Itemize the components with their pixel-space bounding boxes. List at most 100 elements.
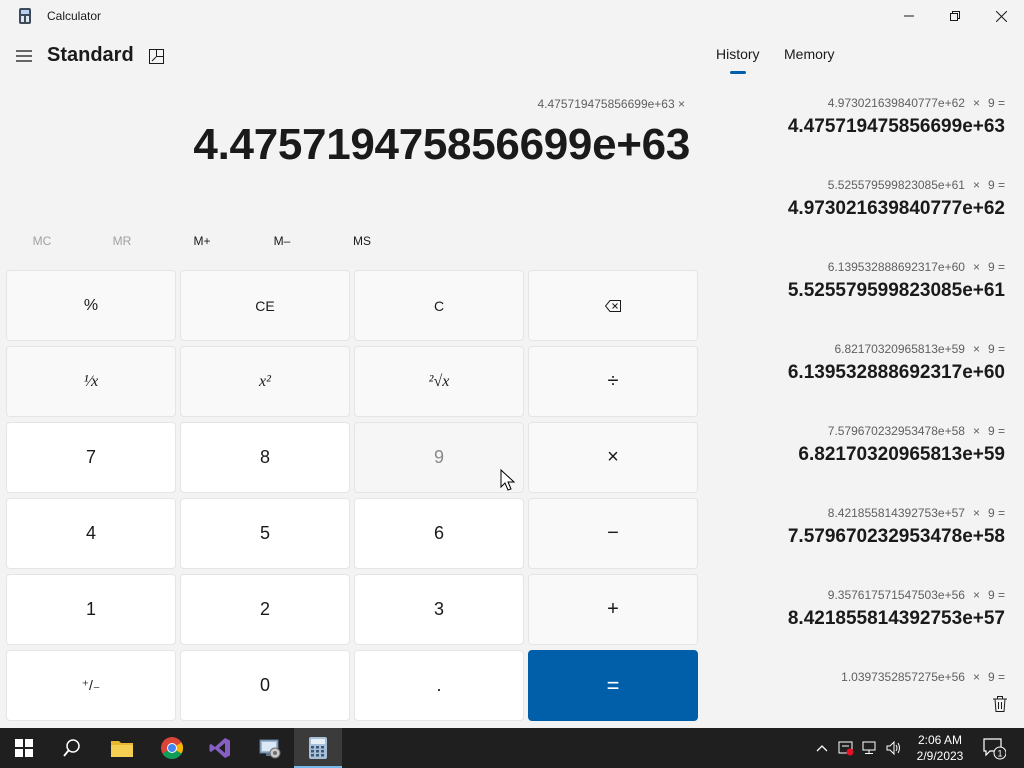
network-tray-icon[interactable] (862, 740, 878, 756)
history-item[interactable]: 7.579670232953478e+58 × 9 = 6.821703209658… (716, 424, 1005, 466)
minimize-icon (904, 15, 914, 17)
history-operand: 5.525579599823085e+61 (827, 178, 965, 192)
history-value: 9 (987, 342, 995, 356)
history-value: 9 (987, 506, 995, 520)
history-item[interactable]: 6.82170320965813e+59 × 9 = 6.1395328886923… (716, 342, 1005, 384)
memory-add-button[interactable]: M+ (172, 234, 232, 252)
mode-title: Standard (47, 44, 134, 66)
history-operand: 6.139532888692317e+60 (827, 260, 965, 274)
history-result: 5.525579599823085e+61 (787, 280, 1005, 301)
backspace-button[interactable] (528, 270, 698, 341)
history-result: 6.139532888692317e+60 (787, 362, 1005, 383)
history-value: 9 (987, 178, 995, 192)
visual-studio-icon (209, 738, 230, 758)
history-result: 6.82170320965813e+59 (798, 444, 1005, 465)
history-item[interactable]: 6.139532888692317e+60 × 9 = 5.525579599823… (716, 260, 1005, 302)
history-item[interactable]: 4.973021639840777e+62 × 9 = 4.475719475856… (716, 96, 1005, 138)
minimize-button[interactable] (886, 0, 932, 32)
history-operator: × (972, 96, 980, 110)
calculator-app-icon (19, 8, 31, 24)
history-item[interactable]: 1.0397352857275e+56 × 9 = (716, 670, 1005, 688)
history-expression: 6.82170320965813e+59 × 9 = (716, 342, 1005, 356)
history-item[interactable]: 9.357617571547503e+56 × 9 = 8.421855814392… (716, 588, 1005, 630)
taskbar-calculator[interactable] (294, 728, 342, 768)
history-item[interactable]: 5.525579599823085e+61 × 9 = 4.973021639840… (716, 178, 1005, 220)
digit-1-button[interactable]: 1 (6, 574, 176, 645)
clear-button[interactable]: C (354, 270, 524, 341)
history-equals: = (997, 96, 1005, 110)
search-button[interactable] (48, 728, 96, 768)
history-value: 9 (987, 588, 995, 602)
taskbar-file-explorer[interactable] (98, 728, 146, 768)
system-clock[interactable]: 2:06 AM 2/9/2023 (910, 732, 970, 764)
divide-button[interactable]: ÷ (528, 346, 698, 417)
digit-9-button[interactable]: 9 (354, 422, 524, 493)
history-value: 9 (987, 260, 995, 274)
history-equals: = (997, 424, 1005, 438)
keep-on-top-button[interactable] (146, 46, 166, 66)
navigation-menu-button[interactable] (14, 46, 34, 66)
tab-memory[interactable]: Memory (784, 46, 835, 62)
history-operator: × (972, 588, 980, 602)
decimal-button[interactable]: . (354, 650, 524, 721)
restore-icon (950, 11, 960, 21)
digit-3-button[interactable]: 3 (354, 574, 524, 645)
history-equals: = (997, 670, 1005, 684)
taskbar-visual-studio[interactable] (196, 728, 244, 768)
history-operand: 1.0397352857275e+56 (841, 670, 965, 684)
memory-recall-button[interactable]: MR (92, 234, 152, 252)
restore-button[interactable] (932, 0, 978, 32)
reciprocal-button[interactable]: ¹⁄x (6, 346, 176, 417)
equals-button[interactable]: = (528, 650, 698, 721)
digit-5-button[interactable]: 5 (180, 498, 350, 569)
action-center-button[interactable]: 1 (982, 736, 1007, 760)
square-button[interactable]: x² (180, 346, 350, 417)
close-button[interactable] (978, 0, 1024, 32)
history-list[interactable]: 4.973021639840777e+62 × 9 = 4.475719475856… (716, 88, 1016, 688)
digit-8-button[interactable]: 8 (180, 422, 350, 493)
taskbar-control-panel[interactable] (246, 728, 294, 768)
square-root-button[interactable]: ²√x (354, 346, 524, 417)
calculator-window: Calculator Standard 4.475719475856699e+6… (0, 0, 1024, 728)
memory-clear-button[interactable]: MC (12, 234, 72, 252)
start-button[interactable] (0, 728, 48, 768)
clear-entry-button[interactable]: CE (180, 270, 350, 341)
percent-button[interactable]: % (6, 270, 176, 341)
volume-tray-icon[interactable] (886, 740, 902, 756)
history-expression: 7.579670232953478e+58 × 9 = (716, 424, 1005, 438)
history-result: 4.973021639840777e+62 (787, 198, 1005, 219)
history-expression: 9.357617571547503e+56 × 9 = (716, 588, 1005, 602)
chevron-up-icon (816, 745, 828, 752)
network-icon (862, 741, 876, 754)
multiply-button[interactable]: × (528, 422, 698, 493)
subtract-button[interactable]: − (528, 498, 698, 569)
tab-history[interactable]: History (716, 46, 760, 62)
memory-subtract-button[interactable]: M– (252, 234, 312, 252)
speaker-icon (886, 741, 900, 755)
taskbar-chrome[interactable] (148, 728, 196, 768)
history-expression: 8.421855814392753e+57 × 9 = (716, 506, 1005, 520)
history-expression: 6.139532888692317e+60 × 9 = (716, 260, 1005, 274)
show-hidden-icons-button[interactable] (814, 740, 830, 756)
history-operand: 6.82170320965813e+59 (834, 342, 965, 356)
mouse-cursor-icon (500, 469, 516, 491)
title-bar: Calculator (0, 0, 1024, 32)
hamburger-icon (16, 50, 32, 62)
digit-4-button[interactable]: 4 (6, 498, 176, 569)
clear-history-button[interactable] (990, 694, 1010, 714)
close-icon (995, 10, 1007, 22)
history-operator: × (972, 506, 980, 520)
history-operator: × (972, 670, 980, 684)
windows-logo-icon (15, 739, 33, 757)
security-tray-icon[interactable] (838, 740, 854, 756)
digit-7-button[interactable]: 7 (6, 422, 176, 493)
digit-0-button[interactable]: 0 (180, 650, 350, 721)
add-button[interactable]: + (528, 574, 698, 645)
history-operator: × (972, 342, 980, 356)
negate-button[interactable]: ⁺/₋ (6, 650, 176, 721)
memory-store-button[interactable]: MS (332, 234, 392, 252)
digit-6-button[interactable]: 6 (354, 498, 524, 569)
history-item[interactable]: 8.421855814392753e+57 × 9 = 7.579670232953… (716, 506, 1005, 548)
history-operator: × (972, 260, 980, 274)
digit-2-button[interactable]: 2 (180, 574, 350, 645)
